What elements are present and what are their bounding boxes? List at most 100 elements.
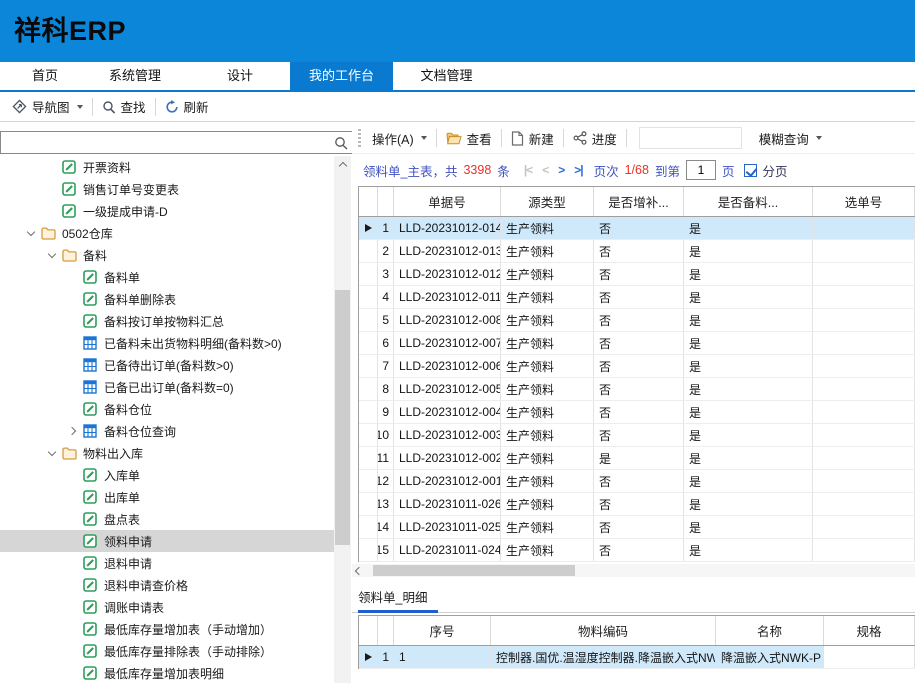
column-header[interactable]: 是否备料... — [684, 187, 813, 216]
prev-page-button[interactable]: < — [542, 163, 548, 177]
table-row[interactable]: 12LLD-20231012-001生产领料否是 — [359, 470, 915, 493]
grid-hscrollbar-thumb[interactable] — [373, 565, 575, 576]
tree-item-18[interactable]: 退料申请 — [0, 552, 334, 574]
last-page-button[interactable]: >| — [574, 163, 582, 177]
next-page-button[interactable]: > — [558, 163, 564, 177]
tree-scrollbar-thumb[interactable] — [335, 290, 350, 545]
tree-item-9[interactable]: 已备待出订单(备料数>0) — [0, 354, 334, 376]
chevron-right-icon[interactable] — [63, 428, 83, 434]
view-button[interactable]: 查看 — [439, 126, 499, 150]
detail-tab[interactable]: 领料单_明细 — [358, 587, 427, 606]
tree-scrollbar[interactable] — [334, 156, 351, 683]
navigation-map-button[interactable]: 导航图 — [5, 95, 90, 119]
tree-item-label: 销售订单号变更表 — [82, 181, 179, 198]
tree-item-13[interactable]: 物料出入库 — [0, 442, 334, 464]
table-row[interactable]: 11控制器.国优.温湿度控制器.降温嵌入式NWK-P降温嵌入式NWK-P — [359, 646, 915, 669]
paging-checkbox[interactable] — [744, 164, 757, 177]
refresh-button[interactable]: 刷新 — [158, 95, 216, 119]
cell-source: 生产领料 — [501, 286, 594, 308]
grid-hscrollbar[interactable] — [352, 564, 915, 577]
table-row[interactable]: 2LLD-20231012-013生产领料否是 — [359, 240, 915, 263]
tab-0[interactable]: 首页 — [10, 62, 80, 90]
chevron-down-icon[interactable] — [42, 254, 62, 257]
tree-item-14[interactable]: 入库单 — [0, 464, 334, 486]
column-header[interactable]: 是否增补... — [594, 187, 684, 216]
tree-item-22[interactable]: 最低库存量排除表（手动排除） — [0, 640, 334, 662]
first-page-button[interactable]: |< — [524, 163, 532, 177]
new-button[interactable]: 新建 — [504, 126, 561, 150]
tab-1[interactable]: 系统管理 — [80, 62, 190, 90]
column-header[interactable]: 物料编码 — [491, 616, 716, 645]
goto-page-input[interactable] — [686, 160, 716, 180]
progress-button[interactable]: 进度 — [566, 126, 624, 150]
action-menu-button[interactable]: 操作(A) — [365, 126, 434, 150]
cell-num: 9 — [378, 401, 394, 423]
table-row[interactable]: 4LLD-20231012-011生产领料否是 — [359, 286, 915, 309]
column-header[interactable]: 序号 — [394, 616, 491, 645]
fuzzy-query-button[interactable]: 模糊查询 — [752, 126, 829, 150]
table-row[interactable]: 7LLD-20231012-006生产领料否是 — [359, 355, 915, 378]
tree-item-12[interactable]: 备料仓位查询 — [0, 420, 334, 442]
tree-item-20[interactable]: 调账申请表 — [0, 596, 334, 618]
cell-supplement: 否 — [594, 309, 684, 331]
table-row[interactable]: 6LLD-20231012-007生产领料否是 — [359, 332, 915, 355]
column-header[interactable]: 规格 — [824, 616, 915, 645]
tree-item-label: 已备待出订单(备料数>0) — [103, 357, 234, 374]
tab-4[interactable]: 文档管理 — [393, 62, 500, 90]
navigation-map-label: 导航图 — [32, 97, 70, 116]
column-header[interactable]: 选单号 — [813, 187, 915, 216]
table-row[interactable]: 13LLD-20231011-026生产领料否是 — [359, 493, 915, 516]
cell-select_no — [813, 424, 915, 446]
tree-item-4[interactable]: 备料 — [0, 244, 334, 266]
row-selector-cell — [359, 332, 378, 354]
tree-item-3[interactable]: 0502仓库 — [0, 222, 334, 244]
cell-prepared: 是 — [684, 401, 813, 423]
find-button[interactable]: 查找 — [95, 95, 153, 119]
table-row[interactable]: 15LLD-20231011-024生产领料否是 — [359, 539, 915, 562]
table-row[interactable]: 14LLD-20231011-025生产领料否是 — [359, 516, 915, 539]
table-row[interactable]: 5LLD-20231012-008生产领料否是 — [359, 309, 915, 332]
column-header[interactable]: 源类型 — [501, 187, 594, 216]
cell-supplement: 否 — [594, 263, 684, 285]
tree-item-10[interactable]: 已备已出订单(备料数=0) — [0, 376, 334, 398]
chevron-down-icon — [816, 136, 822, 140]
tree-item-16[interactable]: 盘点表 — [0, 508, 334, 530]
tree-item-17[interactable]: 领料申请 — [0, 530, 334, 552]
chevron-down-icon[interactable] — [21, 232, 41, 235]
toolbar-grip[interactable] — [358, 129, 361, 147]
table-row[interactable]: 1LLD-20231012-014生产领料否是 — [359, 217, 915, 240]
tree-item-5[interactable]: 备料单 — [0, 266, 334, 288]
tree-item-1[interactable]: 销售订单号变更表 — [0, 178, 334, 200]
column-header[interactable]: 单据号 — [394, 187, 501, 216]
action-menu-label: 操作(A) — [372, 129, 414, 148]
chevron-down-icon[interactable] — [42, 452, 62, 455]
tree-item-7[interactable]: 备料按订单按物料汇总 — [0, 310, 334, 332]
filter-input[interactable] — [639, 127, 742, 149]
table-row[interactable]: 8LLD-20231012-005生产领料否是 — [359, 378, 915, 401]
row-selector-cell — [359, 355, 378, 377]
table-row[interactable]: 3LLD-20231012-012生产领料否是 — [359, 263, 915, 286]
cell-supplement: 否 — [594, 516, 684, 538]
tree-item-11[interactable]: 备料仓位 — [0, 398, 334, 420]
cell-num: 6 — [378, 332, 394, 354]
table-row[interactable]: 11LLD-20231012-002生产领料是是 — [359, 447, 915, 470]
tree-item-2[interactable]: 一级提成申请-D — [0, 200, 334, 222]
cell-supplement: 否 — [594, 493, 684, 515]
tree-item-8[interactable]: 已备料未出货物料明细(备料数>0) — [0, 332, 334, 354]
tree-item-21[interactable]: 最低库存量增加表（手动增加） — [0, 618, 334, 640]
cell-supplement: 否 — [594, 378, 684, 400]
tab-3[interactable]: 我的工作台 — [290, 62, 393, 90]
column-header[interactable]: 名称 — [716, 616, 824, 645]
tree-item-19[interactable]: 退料申请查价格 — [0, 574, 334, 596]
sidebar-search-input[interactable] — [1, 133, 330, 152]
scroll-up-icon[interactable] — [334, 156, 351, 172]
tab-2[interactable]: 设计 — [190, 62, 290, 90]
chevron-down-icon — [77, 105, 83, 109]
table-row[interactable]: 10LLD-20231012-003生产领料否是 — [359, 424, 915, 447]
scroll-left-icon[interactable] — [356, 564, 362, 577]
tree-item-23[interactable]: 最低库存量增加表明细 — [0, 662, 334, 683]
tree-item-0[interactable]: 开票资料 — [0, 156, 334, 178]
tree-item-15[interactable]: 出库单 — [0, 486, 334, 508]
table-row[interactable]: 9LLD-20231012-004生产领料否是 — [359, 401, 915, 424]
tree-item-6[interactable]: 备料单删除表 — [0, 288, 334, 310]
